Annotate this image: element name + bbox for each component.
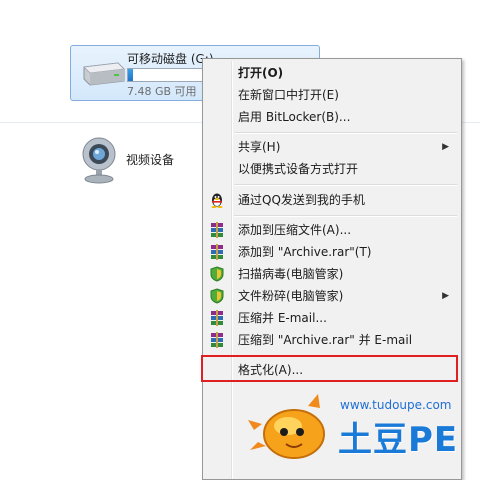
menu-item-scan-virus[interactable]: 扫描病毒(电脑管家) [205,263,457,285]
menu-item-share[interactable]: 共享(H) ▶ [205,136,457,158]
menu-item-send-qq[interactable]: 通过QQ发送到我的手机 [205,189,457,211]
watermark-url: www.tudoupe.com [340,398,452,412]
submenu-arrow-icon: ▶ [442,142,449,152]
menu-item-label: 压缩到 "Archive.rar" 并 E-mail [238,333,413,347]
shield-icon [210,266,224,282]
menu-separator [234,132,457,134]
drive-name: 可移动磁盘 (G:) [127,52,214,66]
menu-item-label: 扫描病毒(电脑管家) [238,267,344,281]
menu-item-add-archive-rar[interactable]: 添加到 "Archive.rar"(T) [205,241,457,263]
menu-item-label: 打开(O) [238,66,284,80]
menu-item-label: 添加到 "Archive.rar"(T) [238,245,372,259]
menu-item-label: 启用 BitLocker(B)... [238,110,351,124]
menu-item-label: 共享(H) [238,140,281,154]
menu-item-compress-email[interactable]: 压缩并 E-mail... [205,307,457,329]
qq-penguin-icon [211,193,223,208]
menu-item-open-portable[interactable]: 以便携式设备方式打开 [205,158,457,180]
menu-item-label: 文件粉碎(电脑管家) [238,289,344,303]
drive-usage-fill [128,69,134,81]
format-highlight-box [201,355,458,382]
menu-item-add-archive[interactable]: 添加到压缩文件(A)... [205,219,457,241]
menu-item-compress-rar-email[interactable]: 压缩到 "Archive.rar" 并 E-mail [205,329,457,351]
shield-icon [210,288,224,304]
menu-item-label: 添加到压缩文件(A)... [238,223,352,237]
menu-item-open-new-window[interactable]: 在新窗口中打开(E) [205,84,457,106]
menu-item-open[interactable]: 打开(O) [205,62,457,84]
winrar-icon [211,222,223,238]
winrar-icon [211,244,223,260]
potato-mascot-logo [248,394,325,459]
submenu-arrow-icon: ▶ [442,291,449,301]
drive-free-space: 7.48 GB 可用 [127,85,197,98]
menu-item-file-shred[interactable]: 文件粉碎(电脑管家) ▶ [205,285,457,307]
watermark-brand: 土豆PE [338,420,459,460]
menu-item-label: 通过QQ发送到我的手机 [238,193,365,207]
menu-item-label: 以便携式设备方式打开 [238,162,359,176]
menu-separator [234,215,457,217]
menu-item-enable-bitlocker[interactable]: 启用 BitLocker(B)... [205,106,457,128]
winrar-icon [211,310,223,326]
menu-separator [234,184,457,186]
video-device-label[interactable]: 视频设备 [126,151,174,168]
webcam-icon[interactable] [78,136,120,184]
winrar-icon [211,332,223,348]
removable-drive-icon [83,62,125,86]
explorer-background [0,0,480,38]
menu-item-label: 在新窗口中打开(E) [238,88,339,102]
menu-item-label: 压缩并 E-mail... [238,311,327,325]
